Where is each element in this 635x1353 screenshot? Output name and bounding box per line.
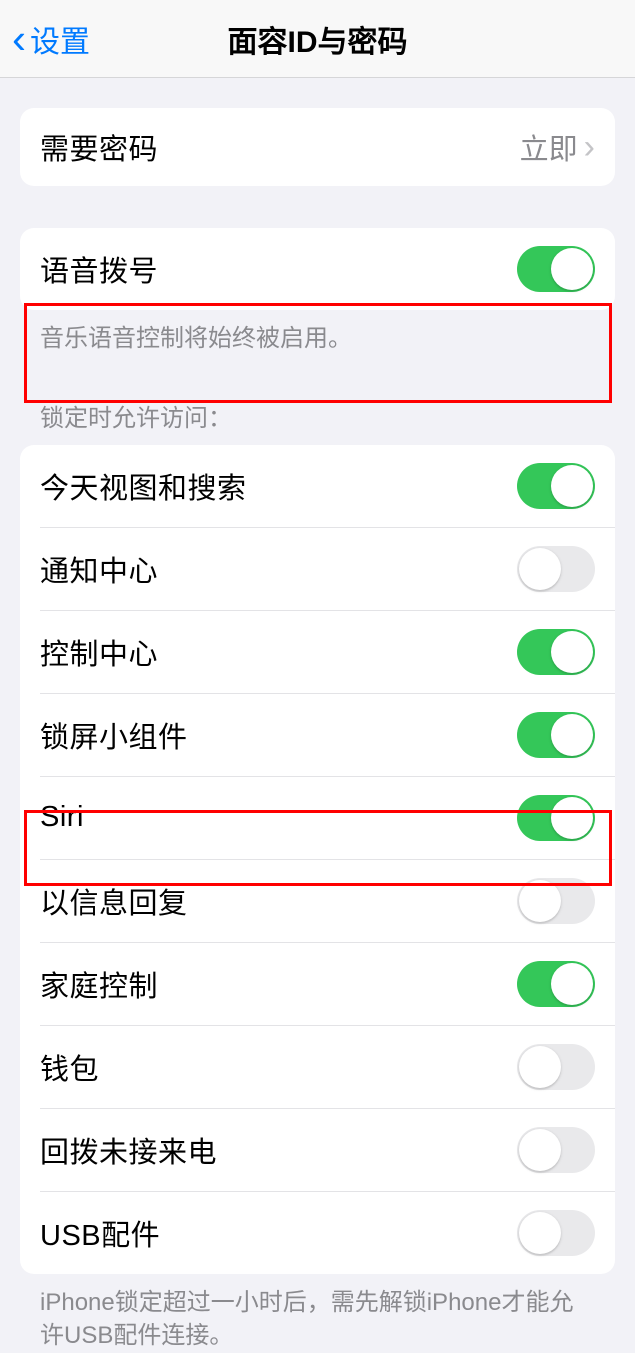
lock-item-row: 通知中心 [40,527,615,610]
lock-item-label: 以信息回复 [40,880,188,922]
toggle-knob [519,880,561,922]
lock-item-toggle[interactable] [517,1210,595,1256]
toggle-knob [519,1046,561,1088]
lock-item-toggle[interactable] [517,712,595,758]
lock-item-row: 控制中心 [40,610,615,693]
lock-item-toggle[interactable] [517,961,595,1007]
voice-dial-toggle[interactable] [517,246,595,292]
lock-item-toggle[interactable] [517,1127,595,1173]
lock-item-toggle[interactable] [517,878,595,924]
toggle-knob [519,1212,561,1254]
toggle-knob [519,1129,561,1171]
voice-dial-group: 语音拨号 [20,228,615,310]
lock-item-toggle[interactable] [517,795,595,841]
chevron-right-icon: › [584,128,595,167]
back-label: 设置 [30,17,90,61]
toggle-knob [551,797,593,839]
lock-item-row: 今天视图和搜索 [20,445,615,527]
lock-access-group: 今天视图和搜索通知中心控制中心锁屏小组件 Siri 以信息回复家庭控制钱包回拨未接来… [20,445,615,1274]
lock-item-label: 通知中心 [40,548,158,590]
toggle-knob [519,548,561,590]
lock-item-label: Siri [40,801,84,834]
nav-header: ‹ 设置 面容ID与密码 [0,0,635,78]
lock-item-label: 锁屏小组件 [40,714,188,756]
toggle-knob [551,714,593,756]
toggle-knob [551,248,593,290]
lock-item-label: 今天视图和搜索 [40,465,247,507]
toggle-knob [551,631,593,673]
require-passcode-group: 需要密码 立即 › [20,108,615,186]
usb-footer: iPhone锁定超过一小时后，需先解锁iPhone才能允许USB配件连接。 [20,1274,615,1353]
lock-item-label: 钱包 [40,1046,99,1088]
voice-dial-row: 语音拨号 [20,228,615,310]
lock-item-label: USB配件 [40,1212,160,1254]
lock-item-label: 控制中心 [40,631,158,673]
toggle-knob [551,963,593,1005]
chevron-left-icon: ‹ [12,18,26,60]
page-title: 面容ID与密码 [228,17,408,61]
lock-item-row: 以信息回复 [40,859,615,942]
lock-item-row: 家庭控制 [40,942,615,1025]
lock-item-row: 钱包 [40,1025,615,1108]
toggle-knob [551,465,593,507]
lock-item-toggle[interactable] [517,546,595,592]
lock-item-row: 锁屏小组件 [40,693,615,776]
voice-dial-footer: 音乐语音控制将始终被启用。 [20,310,615,356]
lock-item-label: 回拨未接来电 [40,1129,217,1171]
require-passcode-value: 立即 [520,126,578,168]
lock-item-row: USB配件 [40,1191,615,1274]
lock-section-header: 锁定时允许访问： [20,398,615,445]
lock-item-row: Siri [40,776,615,859]
require-passcode-label: 需要密码 [40,126,158,168]
voice-dial-label: 语音拨号 [40,248,158,290]
back-button[interactable]: ‹ 设置 [0,17,90,61]
lock-item-toggle[interactable] [517,463,595,509]
require-passcode-row[interactable]: 需要密码 立即 › [20,108,615,186]
lock-item-row: 回拨未接来电 [40,1108,615,1191]
lock-item-toggle[interactable] [517,1044,595,1090]
lock-item-toggle[interactable] [517,629,595,675]
lock-item-label: 家庭控制 [40,963,158,1005]
